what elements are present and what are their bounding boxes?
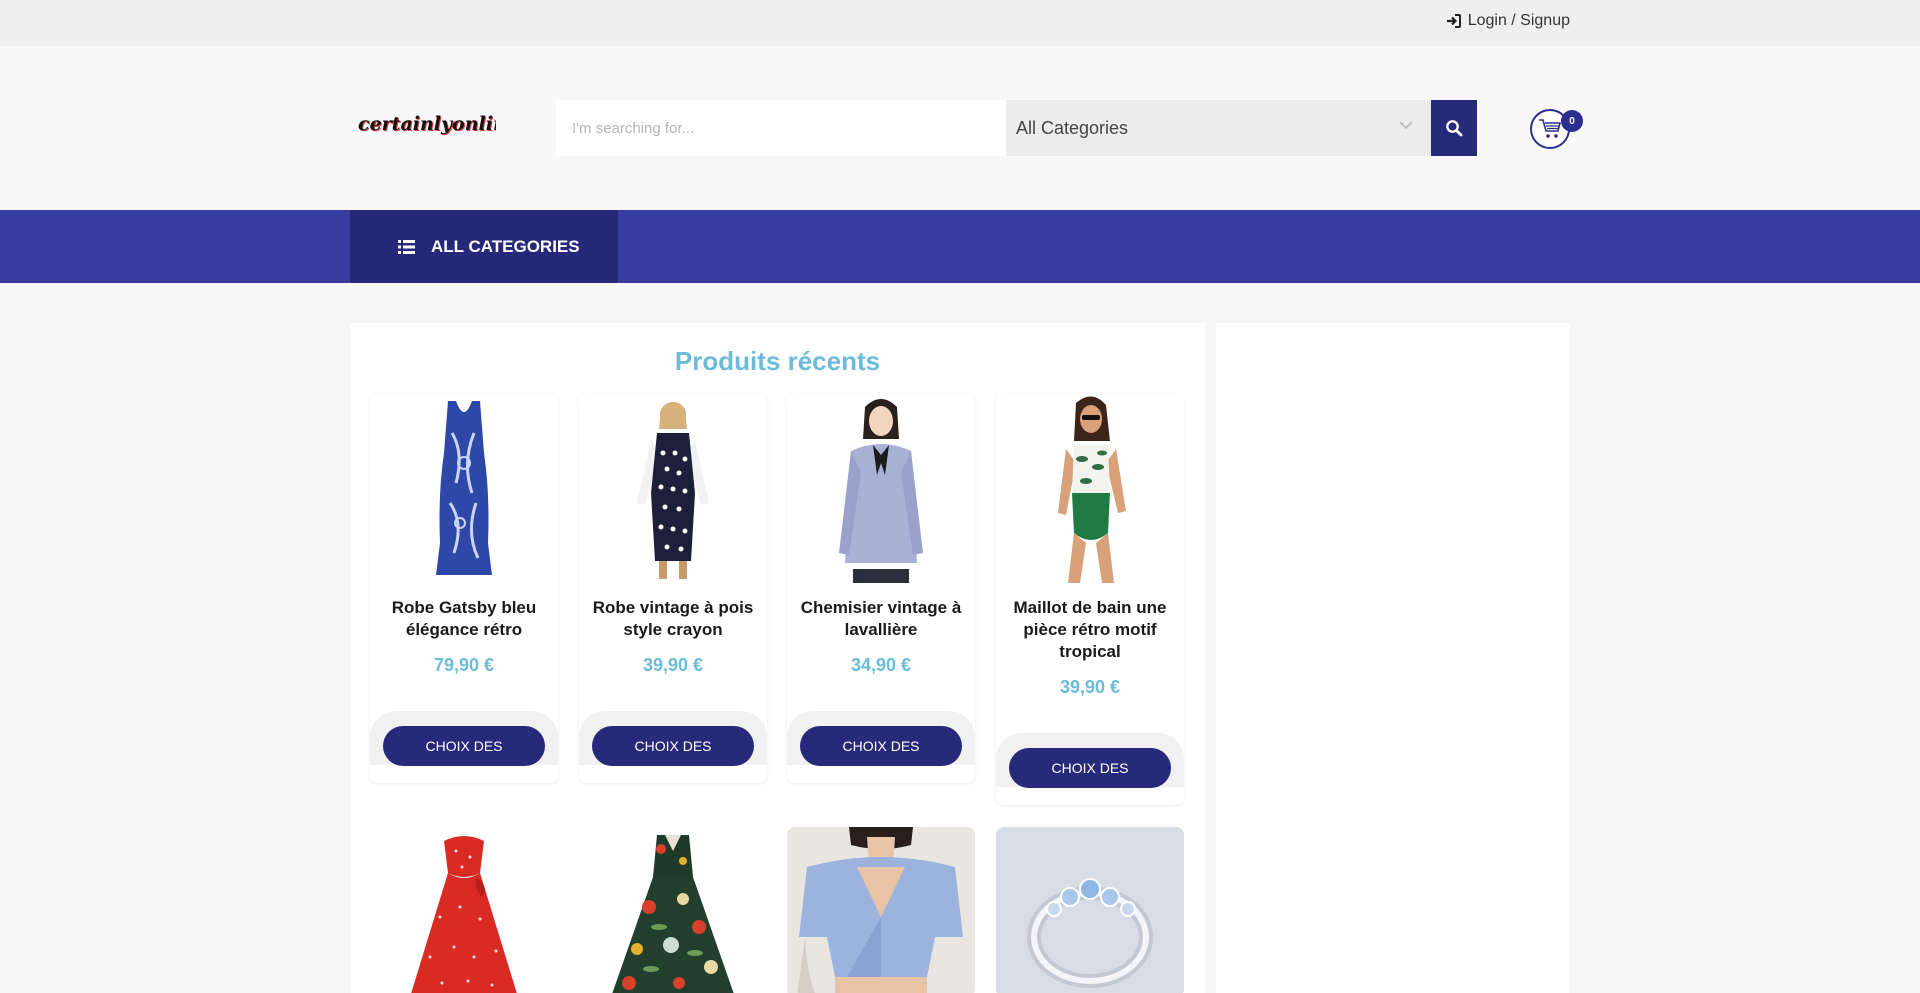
login-signup-label: Login / Signup (1467, 12, 1570, 29)
chevron-down-icon (1399, 121, 1413, 130)
sign-in-icon (1446, 14, 1461, 28)
button-zone: CHOIX DES (370, 711, 558, 766)
choose-options-button[interactable]: CHOIX DES (1009, 748, 1171, 788)
cart-count-badge: 0 (1561, 110, 1583, 132)
product-title[interactable]: Robe Gatsby bleu élégance rétro (378, 597, 550, 641)
product-title[interactable]: Chemisier vintage à lavallière (795, 597, 967, 641)
category-select[interactable]: All Categories (1006, 100, 1431, 156)
main-navbar: ALL CATEGORIES (0, 210, 1920, 283)
product-price: 39,90 € (642, 655, 704, 675)
product-image[interactable] (787, 393, 975, 583)
section-title: Produits récents (674, 346, 881, 376)
login-signup-link[interactable]: Login / Signup (1446, 12, 1570, 30)
product-title[interactable]: Maillot de bain une pièce rétro motif tr… (1004, 597, 1176, 663)
product-title[interactable]: Robe vintage à pois style crayon (587, 597, 759, 641)
list-icon (398, 239, 415, 254)
site-header: certainlyonline certainlyonline All Cate… (0, 46, 1920, 210)
search-button[interactable] (1431, 100, 1477, 156)
product-image[interactable] (579, 393, 767, 583)
button-zone: CHOIX DES (579, 711, 767, 766)
search-input[interactable] (556, 100, 1006, 156)
choose-options-button[interactable]: CHOIX DES (592, 726, 754, 766)
choose-options-button[interactable]: CHOIX DES (800, 726, 962, 766)
all-categories-label: ALL CATEGORIES (431, 236, 580, 256)
shopping-cart-icon (1539, 119, 1562, 138)
all-categories-button[interactable]: ALL CATEGORIES (350, 210, 618, 283)
top-bar: Login / Signup (0, 0, 1920, 46)
choose-options-button[interactable]: CHOIX DES (383, 726, 545, 766)
product-price: 79,90 € (433, 655, 495, 675)
button-zone: CHOIX DES (996, 733, 1184, 788)
product-image[interactable] (996, 393, 1184, 583)
product-card[interactable]: Robe vintage à pois style crayon 39,90 €… (579, 393, 767, 783)
recent-products-panel: Produits récents Robe Gatsby bleu élégan… (350, 323, 1205, 993)
product-price: 34,90 € (850, 655, 912, 675)
product-image[interactable] (579, 827, 767, 993)
product-image[interactable] (370, 827, 558, 993)
product-card[interactable]: Maillot de bain une pièce rétro motif tr… (996, 393, 1184, 805)
product-price: 39,90 € (1059, 677, 1121, 697)
product-card[interactable]: Chemisier vintage à lavallière 34,90 € C… (787, 393, 975, 783)
search-icon (1446, 120, 1463, 137)
svg-text:certainlyonline: certainlyonline (358, 113, 496, 135)
button-zone: CHOIX DES (787, 711, 975, 766)
sidebar-panel (1216, 323, 1570, 993)
category-select-value: All Categories (1016, 117, 1129, 138)
product-card[interactable]: Robe Gatsby bleu élégance rétro 79,90 € … (370, 393, 558, 783)
product-image[interactable] (370, 393, 558, 583)
product-image[interactable] (996, 827, 1184, 993)
product-image[interactable] (787, 827, 975, 993)
site-logo[interactable]: certainlyonline certainlyonline (356, 106, 496, 142)
